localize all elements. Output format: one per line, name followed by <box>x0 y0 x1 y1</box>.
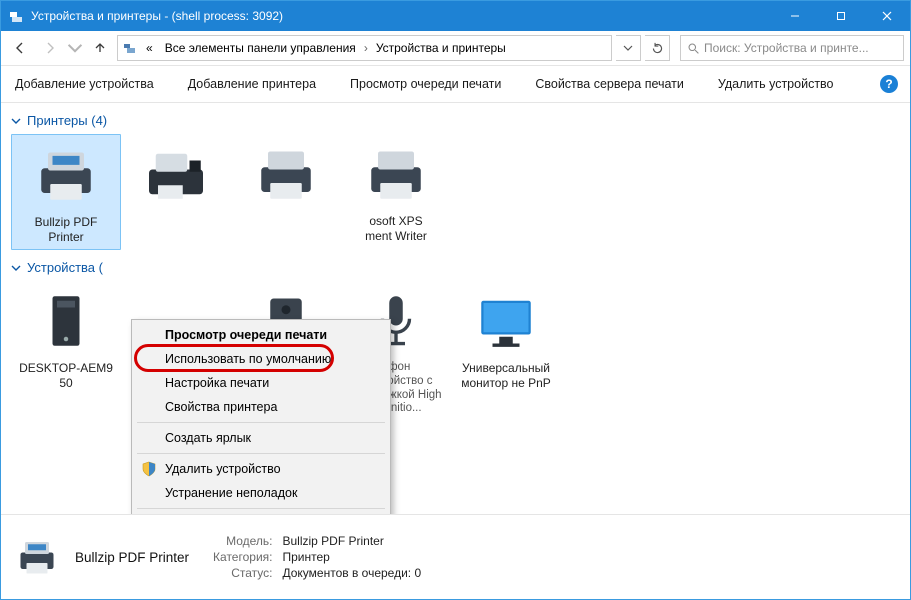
nav-up-button[interactable] <box>87 35 113 61</box>
printer-icon <box>360 138 432 210</box>
group-title-printers: Принтеры (4) <box>27 113 107 128</box>
chevron-down-icon <box>11 116 21 126</box>
window-root: Устройства и принтеры - (shell process: … <box>0 0 911 600</box>
details-icon <box>13 533 61 581</box>
device-label: Bullzip PDF Printer <box>16 215 116 245</box>
device-item-fax[interactable] <box>121 134 231 250</box>
details-name-block: Bullzip PDF Printer <box>75 550 189 565</box>
monitor-icon <box>470 285 542 357</box>
menu-troubleshoot[interactable]: Устранение неполадок <box>135 481 387 505</box>
cmd-server-props[interactable]: Свойства сервера печати <box>535 77 684 91</box>
cmd-add-device[interactable]: Добавление устройства <box>15 77 154 91</box>
menu-print-setup[interactable]: Настройка печати <box>135 371 387 395</box>
device-label: osoft XPSment Writer <box>345 214 447 244</box>
device-item-ms-pdf[interactable] <box>231 134 341 250</box>
menu-view-queue[interactable]: Просмотр очереди печати <box>135 323 387 347</box>
menu-remove-device[interactable]: Удалить устройство <box>135 457 387 481</box>
nav-forward-button[interactable] <box>37 35 63 61</box>
details-status-value: Документов в очереди: 0 <box>282 566 421 580</box>
maximize-button[interactable] <box>818 1 864 31</box>
group-header-printers[interactable]: Принтеры (4) <box>11 113 900 128</box>
device-label: DESKTOP-AEM950 <box>15 361 117 391</box>
fax-icon <box>140 138 212 210</box>
menu-remove-device-label: Удалить устройство <box>165 462 281 476</box>
shield-icon <box>141 461 157 477</box>
details-category-value: Принтер <box>282 550 421 564</box>
menu-properties[interactable]: Свойства <box>135 512 387 514</box>
breadcrumb-current[interactable]: Устройства и принтеры <box>372 39 510 57</box>
help-icon[interactable]: ? <box>880 75 898 93</box>
breadcrumb-sep: › <box>364 41 368 55</box>
close-button[interactable] <box>864 1 910 31</box>
menu-separator <box>137 453 385 454</box>
breadcrumb-root[interactable]: Все элементы панели управления <box>161 39 360 57</box>
address-dropdown[interactable] <box>616 35 641 61</box>
nav-recent-button[interactable] <box>67 35 83 61</box>
search-placeholder: Поиск: Устройства и принте... <box>704 41 869 55</box>
printer-icon <box>30 139 102 211</box>
window-icon <box>9 8 25 24</box>
device-item-desktop[interactable]: DESKTOP-AEM950 <box>11 281 121 420</box>
minimize-button[interactable] <box>772 1 818 31</box>
menu-printer-props[interactable]: Свойства принтера <box>135 395 387 419</box>
computer-icon <box>30 285 102 357</box>
details-properties: Модель: Bullzip PDF Printer Категория: П… <box>213 534 421 580</box>
window-title: Устройства и принтеры - (shell process: … <box>31 9 772 23</box>
details-model-value: Bullzip PDF Printer <box>282 534 421 548</box>
details-model-key: Модель: <box>213 534 272 548</box>
group-title-devices: Устройства ( <box>27 260 103 275</box>
details-name: Bullzip PDF Printer <box>75 550 189 565</box>
printer-icon <box>250 138 322 210</box>
cmd-add-printer[interactable]: Добавление принтера <box>188 77 316 91</box>
device-item-xps[interactable]: osoft XPSment Writer <box>341 134 451 250</box>
device-label: Универсальный монитор не PnP <box>455 361 557 391</box>
search-icon <box>687 42 700 55</box>
menu-separator <box>137 422 385 423</box>
menu-set-default[interactable]: Использовать по умолчанию <box>135 347 387 371</box>
context-menu: Просмотр очереди печати Использовать по … <box>131 319 391 514</box>
breadcrumb-prefix: « <box>142 39 157 57</box>
group-header-devices[interactable]: Устройства ( <box>11 260 900 275</box>
cmd-remove-device[interactable]: Удалить устройство <box>718 77 834 91</box>
device-label <box>125 214 227 229</box>
address-bar[interactable]: « Все элементы панели управления › Устро… <box>117 35 612 61</box>
location-icon <box>122 39 138 58</box>
details-pane: Bullzip PDF Printer Модель: Bullzip PDF … <box>1 514 910 599</box>
printers-items: Bullzip PDF Printer osoft XPSment Writer <box>11 134 900 250</box>
search-input[interactable]: Поиск: Устройства и принте... <box>680 35 904 61</box>
device-label <box>235 214 337 229</box>
nav-back-button[interactable] <box>7 35 33 61</box>
cmd-view-queue[interactable]: Просмотр очереди печати <box>350 77 501 91</box>
titlebar-buttons <box>772 1 910 31</box>
titlebar: Устройства и принтеры - (shell process: … <box>1 1 910 31</box>
details-category-key: Категория: <box>213 550 272 564</box>
chevron-down-icon <box>11 263 21 273</box>
command-toolbar: Добавление устройства Добавление принтер… <box>1 66 910 103</box>
content-area: Принтеры (4) Bullzip PDF Printer osoft X… <box>1 103 910 514</box>
navbar: « Все элементы панели управления › Устро… <box>1 31 910 66</box>
menu-separator <box>137 508 385 509</box>
device-item-monitor[interactable]: Универсальный монитор не PnP <box>451 281 561 420</box>
device-item-bullzip[interactable]: Bullzip PDF Printer <box>11 134 121 250</box>
refresh-button[interactable] <box>645 35 670 61</box>
menu-create-shortcut[interactable]: Создать ярлык <box>135 426 387 450</box>
details-status-key: Статус: <box>213 566 272 580</box>
